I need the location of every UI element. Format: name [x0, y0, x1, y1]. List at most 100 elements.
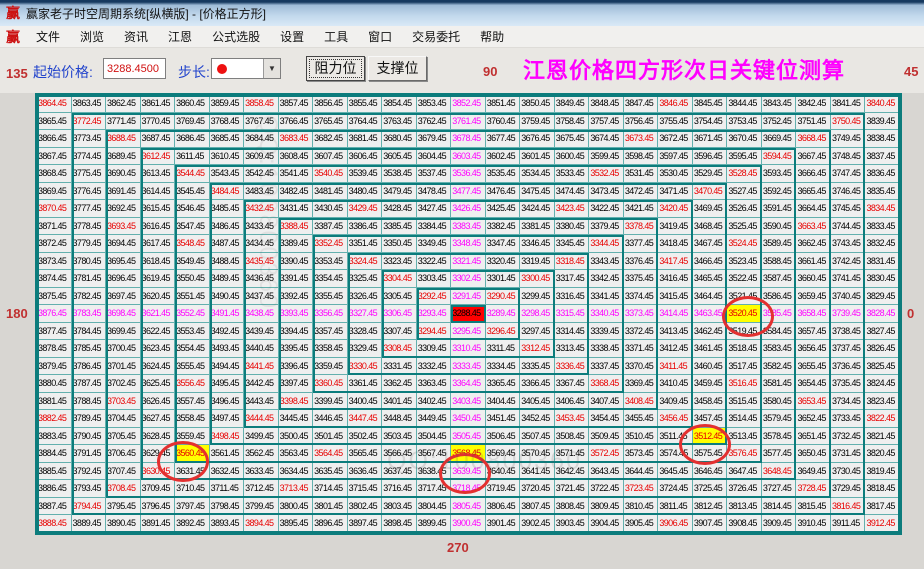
grid-cell: 3324.45	[348, 253, 383, 271]
grid-cell: 3611.45	[175, 148, 210, 166]
grid-cell: 3902.45	[520, 515, 555, 533]
menu-item-7[interactable]: 窗口	[358, 28, 402, 46]
grid-cell: 3740.45	[831, 288, 866, 306]
grid-cell: 3372.45	[624, 323, 659, 341]
grid-cell: 3478.45	[417, 183, 452, 201]
grid-cell: 3687.45	[141, 130, 176, 148]
grid-cell: 3479.45	[382, 183, 417, 201]
menu-item-9[interactable]: 帮助	[470, 28, 514, 46]
grid-cell: 3329.45	[348, 340, 383, 358]
grid-cell: 3511.45	[658, 428, 693, 446]
chevron-down-icon[interactable]: ▼	[263, 59, 280, 78]
menu-item-6[interactable]: 工具	[314, 28, 358, 46]
grid-cell: 3683.45	[279, 130, 314, 148]
grid-cell: 3842.45	[796, 95, 831, 113]
grid-cell: 3476.45	[486, 183, 521, 201]
grid-cell: 3604.45	[417, 148, 452, 166]
step-dropdown[interactable]: ▼	[211, 58, 281, 79]
menu-item-5[interactable]: 设置	[270, 28, 314, 46]
grid-cell: 3752.45	[762, 113, 797, 131]
grid-cell: 3461.45	[693, 340, 728, 358]
grid-cell: 3561.45	[210, 445, 245, 463]
grid-cell: 3850.45	[520, 95, 555, 113]
grid-cell: 3495.45	[210, 375, 245, 393]
grid-cell: 3509.45	[589, 428, 624, 446]
grid-cell: 3607.45	[313, 148, 348, 166]
grid-cell: 3887.45	[37, 498, 72, 516]
grid-cell: 3825.45	[865, 358, 900, 376]
grid-cell: 3518.45	[727, 340, 762, 358]
grid-cell: 3388.45	[279, 218, 314, 236]
grid-cell: 3746.45	[831, 183, 866, 201]
grid-cell: 3347.45	[486, 235, 521, 253]
grid-cell: 3370.45	[624, 358, 659, 376]
grid-cell: 3344.45	[589, 235, 624, 253]
menu-item-0[interactable]: 文件	[26, 28, 70, 46]
grid-cell: 3505.45	[451, 428, 486, 446]
grid-cell: 3547.45	[175, 218, 210, 236]
grid-cell: 3671.45	[693, 130, 728, 148]
grid-cell: 3714.45	[313, 480, 348, 498]
menu-item-3[interactable]: 江恩	[158, 28, 202, 46]
menu-item-2[interactable]: 资讯	[114, 28, 158, 46]
grid-cell: 3418.45	[658, 235, 693, 253]
grid-cell: 3488.45	[210, 253, 245, 271]
grid-cell: 3441.45	[244, 358, 279, 376]
grid-cell: 3817.45	[865, 498, 900, 516]
grid-cell: 3499.45	[244, 428, 279, 446]
support-button[interactable]: 支撑位	[368, 56, 427, 81]
grid-cell: 3851.45	[486, 95, 521, 113]
grid-cell: 3598.45	[624, 148, 659, 166]
grid-cell: 3504.45	[417, 428, 452, 446]
angle-label-270: 270	[447, 540, 469, 555]
grid-cell: 3790.45	[72, 428, 107, 446]
grid-cell: 3456.45	[658, 410, 693, 428]
grid-cell: 3433.45	[244, 218, 279, 236]
grid-cell: 3307.45	[382, 323, 417, 341]
resistance-button[interactable]: 阻力位	[306, 56, 365, 81]
grid-cell: 3290.45	[486, 288, 521, 306]
grid-cell: 3444.45	[244, 410, 279, 428]
grid-cell: 3597.45	[658, 148, 693, 166]
grid-cell: 3748.45	[831, 148, 866, 166]
grid-cell: 3843.45	[762, 95, 797, 113]
grid-cell: 3386.45	[348, 218, 383, 236]
grid-cell: 3570.45	[520, 445, 555, 463]
grid-cell: 3735.45	[831, 375, 866, 393]
menu-item-8[interactable]: 交易委托	[402, 28, 470, 46]
grid-cell: 3527.45	[727, 183, 762, 201]
grid-cell: 3672.45	[658, 130, 693, 148]
menu-item-1[interactable]: 浏览	[70, 28, 114, 46]
grid-cell: 3644.45	[624, 463, 659, 481]
grid-cell: 3753.45	[727, 113, 762, 131]
grid-cell: 3445.45	[279, 410, 314, 428]
grid-cell: 3702.45	[106, 375, 141, 393]
grid-cell: 3412.45	[658, 340, 693, 358]
grid-cell: 3332.45	[417, 358, 452, 376]
grid-cell: 3868.45	[37, 165, 72, 183]
grid-cell: 3453.45	[555, 410, 590, 428]
grid-cell: 3602.45	[486, 148, 521, 166]
grid-cell: 3434.45	[244, 235, 279, 253]
grid-cell: 3294.45	[417, 323, 452, 341]
grid-cell: 3396.45	[279, 358, 314, 376]
grid-cell: 3823.45	[865, 393, 900, 411]
menu-item-4[interactable]: 公式选股	[202, 28, 270, 46]
grid-cell: 3637.45	[382, 463, 417, 481]
grid-cell: 3583.45	[762, 340, 797, 358]
grid-cell: 3770.45	[141, 113, 176, 131]
grid-cell: 3416.45	[658, 270, 693, 288]
grid-cell: 3867.45	[37, 148, 72, 166]
start-price-input[interactable]	[103, 58, 166, 79]
grid-cell: 3865.45	[37, 113, 72, 131]
grid-cell: 3736.45	[831, 358, 866, 376]
grid-cell: 3727.45	[762, 480, 797, 498]
grid-cell: 3837.45	[865, 148, 900, 166]
grid-cell: 3289.45	[486, 305, 521, 323]
grid-cell: 3631.45	[175, 463, 210, 481]
grid-cell: 3744.45	[831, 218, 866, 236]
grid-cell: 3827.45	[865, 323, 900, 341]
grid-cell: 3353.45	[313, 253, 348, 271]
grid-cell: 3745.45	[831, 200, 866, 218]
grid-cell: 3765.45	[313, 113, 348, 131]
